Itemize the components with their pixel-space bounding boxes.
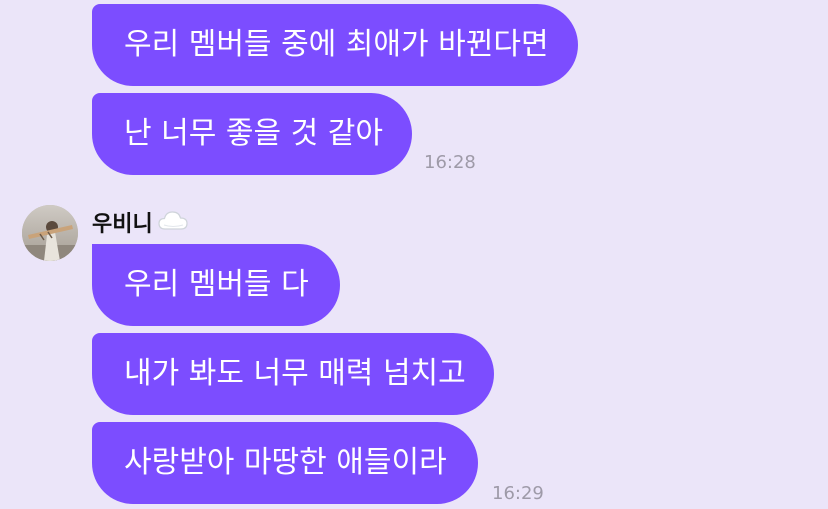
message-timestamp: 16:28 [424, 152, 476, 173]
chat-bubble[interactable]: 내가 봐도 너무 매력 넘치고 [92, 333, 494, 415]
avatar-photo [22, 205, 78, 261]
message-text: 우리 멤버들 중에 최애가 바뀐다면 [124, 27, 549, 62]
cloud-icon [157, 209, 189, 235]
chat-bubble[interactable]: 우리 멤버들 중에 최애가 바뀐다면 [92, 4, 578, 86]
sender-row: 우비니 [92, 205, 189, 239]
message-timestamp: 16:29 [492, 483, 544, 504]
sender-name[interactable]: 우비니 [92, 206, 153, 238]
chat-bubble[interactable]: 사랑받아 마땅한 애들이라 [92, 422, 478, 504]
avatar[interactable] [22, 205, 78, 261]
message-text: 내가 봐도 너무 매력 넘치고 [124, 356, 466, 391]
message-text: 난 너무 좋을 것 같아 [124, 116, 383, 151]
chat-bubble[interactable]: 난 너무 좋을 것 같아 [92, 93, 412, 175]
message-text: 우리 멤버들 다 [124, 267, 309, 302]
chat-bubble[interactable]: 우리 멤버들 다 [92, 244, 340, 326]
message-text: 사랑받아 마땅한 애들이라 [124, 445, 447, 480]
